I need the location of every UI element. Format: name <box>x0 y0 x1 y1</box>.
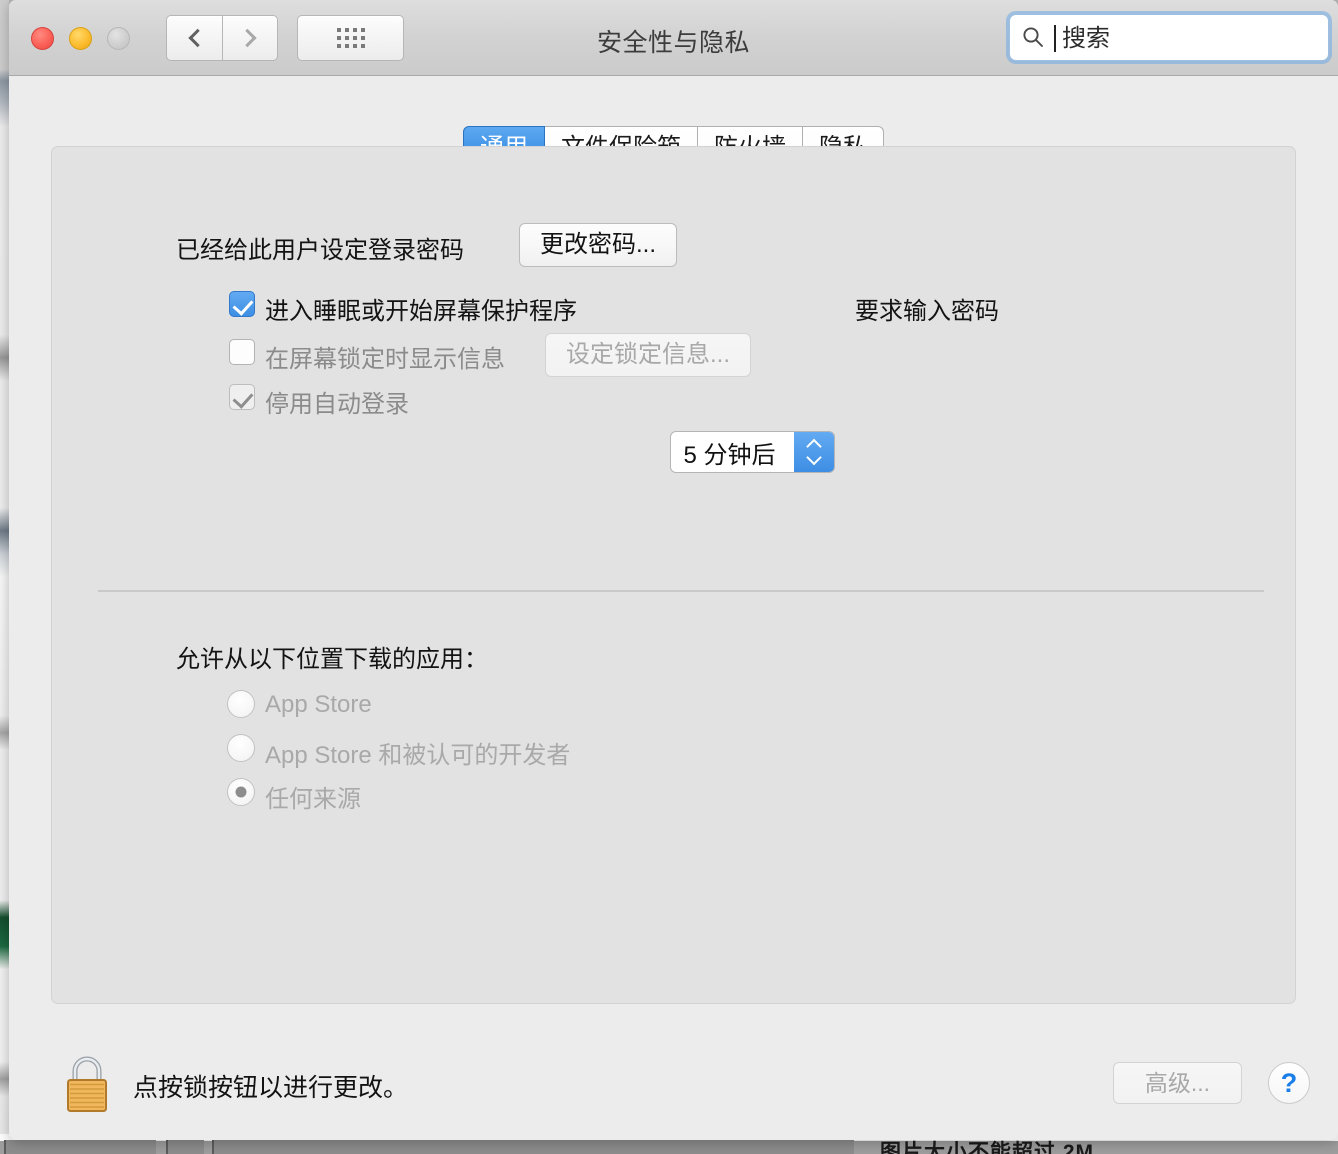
background-cell <box>166 1140 204 1154</box>
radio-app-store-identified-developers-label: App Store 和被认可的开发者 <box>265 742 571 769</box>
radio-selected-dot <box>235 786 247 798</box>
radio-anywhere[interactable] <box>227 778 255 806</box>
advanced-button[interactable]: 高级... <box>1113 1062 1242 1104</box>
window-toolbar: 安全性与隐私 <box>9 0 1338 76</box>
radio-app-store-label: App Store <box>265 691 372 718</box>
background-left-strip <box>0 0 9 1154</box>
radio-app-store-identified-developers[interactable] <box>227 734 255 762</box>
require-password-delay-value: 5 分钟后 <box>683 441 776 469</box>
search-field[interactable] <box>1009 14 1329 62</box>
require-password-delay-popup[interactable]: 5 分钟后 <box>670 431 835 473</box>
system-preferences-window: 安全性与隐私 通用 文件保险箱 防火墙 隐私 已经给此用户设定登录密码 更改密码… <box>9 0 1338 1140</box>
show-lock-message-label: 在屏幕锁定时显示信息 <box>265 346 505 373</box>
padlock-locked-icon[interactable] <box>59 1053 115 1115</box>
radio-app-store[interactable] <box>227 690 255 718</box>
stepper-arrows[interactable] <box>794 432 834 472</box>
search-caret <box>1054 25 1056 52</box>
disable-auto-login-label: 停用自动登录 <box>265 391 409 418</box>
set-lock-message-button[interactable]: 设定锁定信息... <box>545 333 752 377</box>
require-password-suffix-label: 要求输入密码 <box>855 298 999 325</box>
lock-hint-label: 点按锁按钮以进行更改。 <box>133 1074 409 1102</box>
require-password-checkbox[interactable] <box>229 291 255 317</box>
checkmark-icon <box>232 387 254 409</box>
help-button[interactable]: ? <box>1268 1062 1310 1104</box>
general-tab-panel: 已经给此用户设定登录密码 更改密码... 进入睡眠或开始屏幕保护程序 5 分钟后… <box>51 146 1296 1004</box>
show-lock-message-checkbox[interactable] <box>229 339 255 365</box>
checkmark-icon <box>232 294 254 316</box>
password-status-label: 已经给此用户设定登录密码 <box>176 237 464 264</box>
background-cell <box>212 1140 854 1154</box>
radio-anywhere-label: 任何来源 <box>265 786 361 813</box>
disable-auto-login-checkbox[interactable] <box>229 384 255 410</box>
chevron-down-icon <box>806 449 822 466</box>
downloads-heading: 允许从以下位置下载的应用： <box>176 646 488 673</box>
background-cell <box>4 1140 156 1154</box>
section-separator <box>98 590 1264 592</box>
search-icon <box>1023 27 1043 47</box>
require-password-label: 进入睡眠或开始屏幕保护程序 <box>265 298 577 325</box>
search-input[interactable] <box>1060 15 1319 62</box>
change-password-button[interactable]: 更改密码... <box>519 223 678 267</box>
